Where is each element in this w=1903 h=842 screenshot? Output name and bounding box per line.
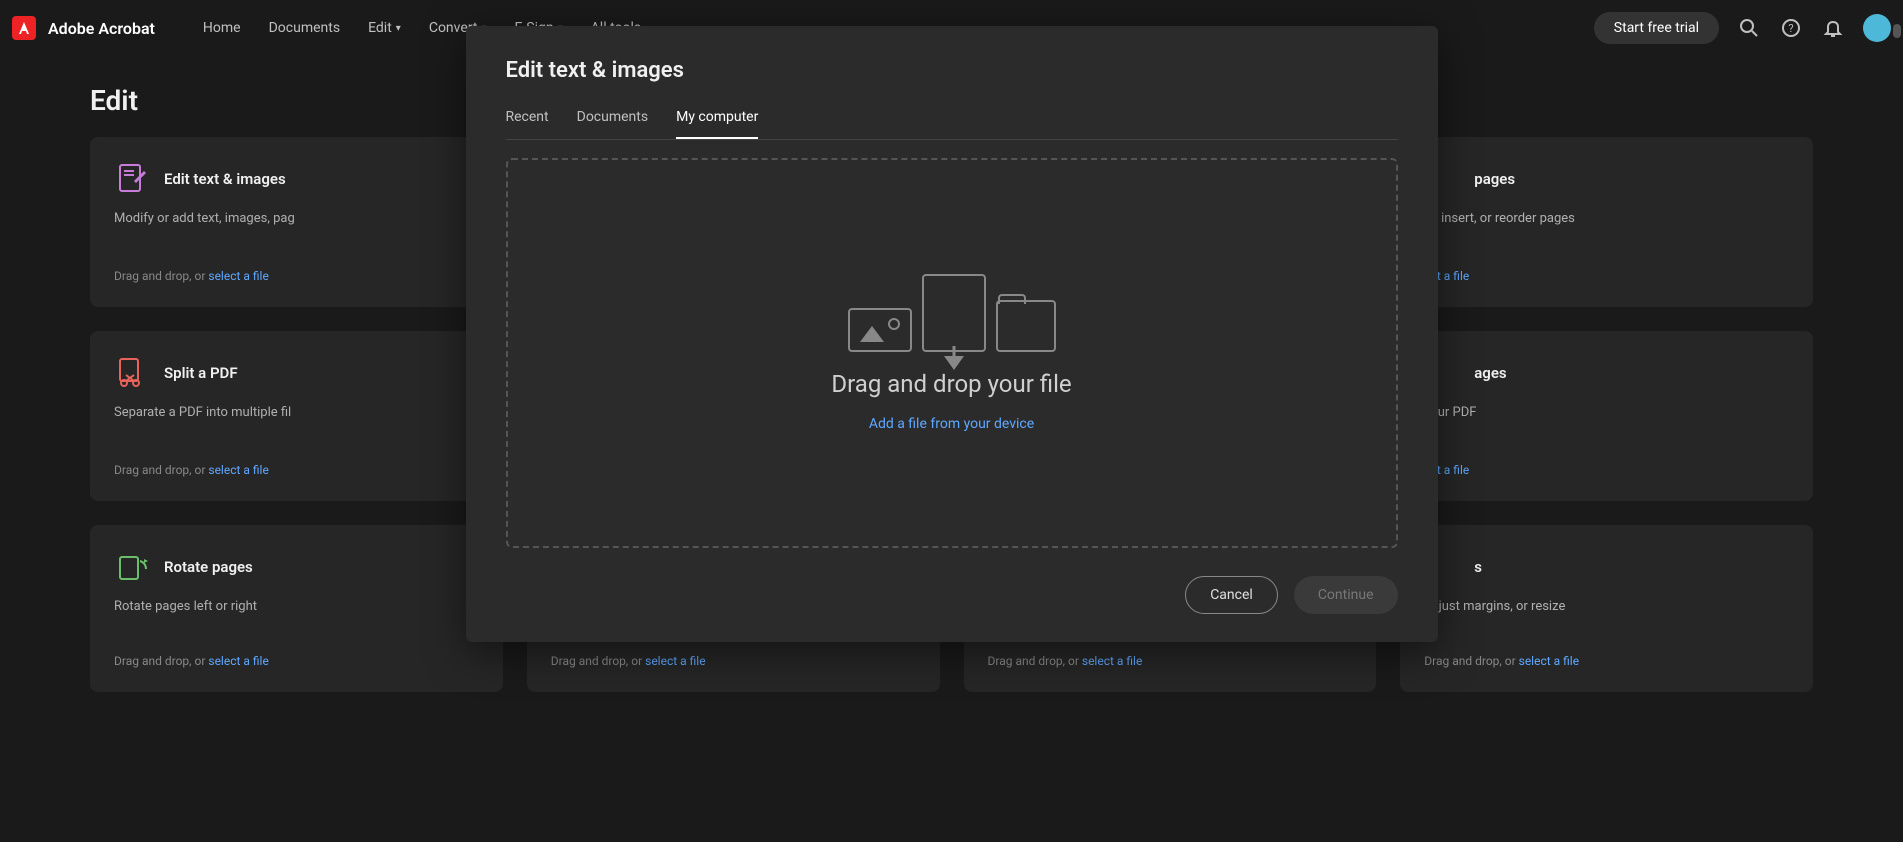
cancel-button[interactable]: Cancel <box>1185 576 1278 614</box>
modal-title: Edit text & images <box>506 58 1398 83</box>
folder-icon <box>996 300 1056 352</box>
dropzone-illustration <box>848 274 1056 352</box>
document-file-icon <box>922 274 986 352</box>
image-file-icon <box>848 308 912 352</box>
modal-tabs: Recent Documents My computer <box>506 101 1398 140</box>
tab-documents[interactable]: Documents <box>577 101 648 139</box>
continue-button[interactable]: Continue <box>1294 576 1398 614</box>
tab-recent[interactable]: Recent <box>506 101 549 139</box>
modal-footer: Cancel Continue <box>506 576 1398 614</box>
dropzone-heading: Drag and drop your file <box>831 370 1071 398</box>
modal-overlay: Edit text & images Recent Documents My c… <box>0 0 1903 842</box>
add-file-link[interactable]: Add a file from your device <box>869 416 1034 432</box>
file-picker-modal: Edit text & images Recent Documents My c… <box>466 26 1438 642</box>
file-dropzone[interactable]: Drag and drop your file Add a file from … <box>506 158 1398 548</box>
tab-my-computer[interactable]: My computer <box>676 101 758 139</box>
